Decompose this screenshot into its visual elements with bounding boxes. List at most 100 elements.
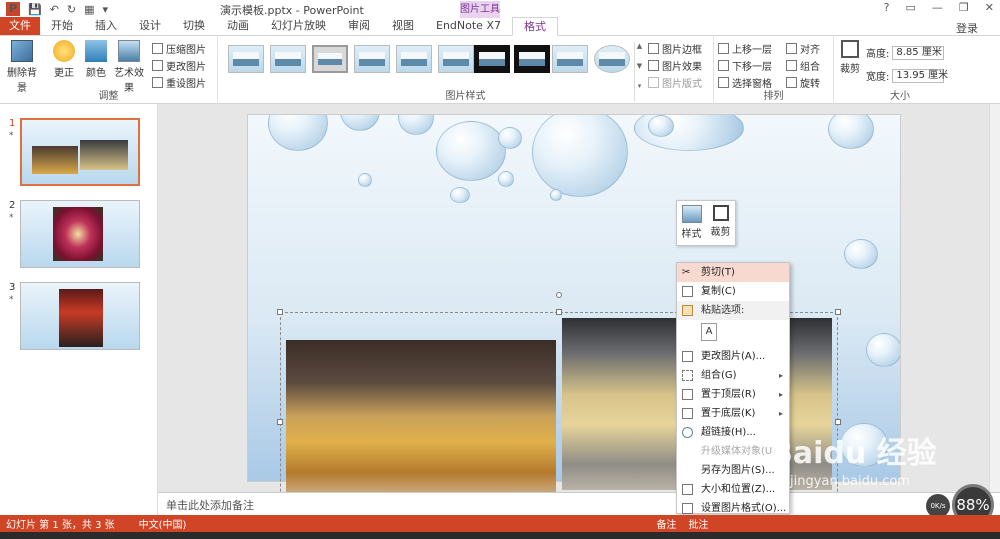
tab-design[interactable]: 设计: [128, 17, 172, 35]
crop-button[interactable]: 裁剪: [838, 40, 862, 75]
menu-size-position[interactable]: 大小和位置(Z)...: [677, 480, 789, 499]
water-drop: [844, 239, 878, 269]
slide-thumbnail-2[interactable]: [20, 200, 140, 268]
picture-style-2[interactable]: [270, 45, 306, 73]
notes-toggle[interactable]: 备注: [656, 516, 676, 531]
tab-home[interactable]: 开始: [40, 17, 84, 35]
customize-qa-icon[interactable]: ▾: [103, 3, 109, 16]
resize-handle[interactable]: [835, 309, 841, 315]
picture-style-8[interactable]: [514, 45, 550, 73]
group-label: 组合: [800, 62, 820, 73]
change-picture-icon: [682, 351, 693, 362]
change-picture-button[interactable]: 更改图片: [152, 58, 206, 73]
menu-bring-front[interactable]: 置于顶层(R) ▸: [677, 385, 789, 404]
align-button[interactable]: 对齐: [786, 41, 820, 56]
tab-endnote[interactable]: EndNote X7: [425, 17, 512, 35]
thumb-photo: [53, 207, 103, 261]
group-arrange-label: 排列: [763, 91, 784, 102]
align-label: 对齐: [800, 45, 820, 56]
water-drop: [398, 115, 434, 135]
group-picture-styles: ▲ ▼ ▾ 图片边框 图片效果 图片版式 图片样式: [218, 36, 714, 104]
tab-file[interactable]: 文件: [0, 17, 40, 35]
resize-handle[interactable]: [556, 309, 562, 315]
undo-icon[interactable]: ↶: [50, 3, 59, 16]
remove-background-button[interactable]: 删除背景: [4, 40, 40, 94]
tab-view[interactable]: 视图: [381, 17, 425, 35]
slide-thumbnail-3[interactable]: [20, 282, 140, 350]
gallery-down-icon[interactable]: ▼: [635, 62, 644, 82]
picture-style-3[interactable]: [312, 45, 348, 73]
picture-effects-button[interactable]: 图片效果: [648, 58, 702, 73]
align-icon: [786, 43, 797, 54]
resize-handle[interactable]: [277, 309, 283, 315]
minimize-icon[interactable]: —: [932, 1, 943, 14]
picture-style-10[interactable]: [594, 45, 630, 73]
copy-icon: [682, 286, 693, 297]
sun-icon: [53, 40, 75, 62]
artistic-effects-button[interactable]: 艺术效果: [110, 40, 148, 94]
save-icon[interactable]: 💾: [28, 3, 42, 16]
menu-cut[interactable]: ✂ 剪切(T): [677, 263, 789, 282]
tab-format[interactable]: 格式: [511, 17, 558, 36]
remove-background-icon: [11, 40, 33, 62]
mini-crop-button[interactable]: 裁剪: [706, 201, 735, 245]
tab-insert[interactable]: 插入: [84, 17, 128, 35]
gallery-up-icon[interactable]: ▲: [635, 42, 644, 62]
menu-paste-options: 粘贴选项:: [677, 301, 789, 320]
tab-transitions[interactable]: 切换: [172, 17, 216, 35]
vertical-scrollbar[interactable]: [989, 104, 1000, 492]
color-picture-icon: [85, 40, 107, 62]
picture-style-7[interactable]: [474, 45, 510, 73]
mini-style-button[interactable]: 样式: [677, 201, 706, 245]
ribbon-display-icon[interactable]: ▭: [906, 1, 916, 14]
language-indicator[interactable]: 中文(中国): [139, 516, 187, 531]
paste-keep-text-icon[interactable]: A: [701, 323, 717, 341]
width-input[interactable]: 13.95 厘米: [892, 68, 948, 83]
slide-thumbnail-1[interactable]: [20, 118, 140, 186]
resize-handle[interactable]: [835, 419, 841, 425]
globe-link-icon: [682, 427, 693, 438]
compress-pictures-button[interactable]: 压缩图片: [152, 41, 206, 56]
tab-review[interactable]: 审阅: [337, 17, 381, 35]
group-picture-styles-label: 图片样式: [445, 91, 486, 102]
thumb-photo: [80, 140, 128, 170]
submenu-arrow-icon: ▸: [778, 390, 783, 399]
color-button[interactable]: 颜色: [82, 40, 110, 79]
group-button[interactable]: 组合: [786, 58, 820, 73]
menu-change-picture[interactable]: 更改图片(A)...: [677, 347, 789, 366]
close-icon[interactable]: ✕: [985, 1, 994, 14]
menu-hyperlink-label: 超链接(H)...: [701, 427, 756, 438]
tab-slideshow[interactable]: 幻灯片放映: [260, 17, 337, 35]
picture-style-5[interactable]: [396, 45, 432, 73]
picture-style-1[interactable]: [228, 45, 264, 73]
tab-animations[interactable]: 动画: [216, 17, 260, 35]
notes-placeholder: 单击此处添加备注: [166, 499, 254, 512]
restore-icon[interactable]: ❐: [959, 1, 969, 14]
group-icon: [682, 370, 693, 381]
notes-pane[interactable]: 单击此处添加备注: [158, 492, 1000, 515]
picture-style-9[interactable]: [552, 45, 588, 73]
picture-border-button[interactable]: 图片边框: [648, 41, 702, 56]
start-slideshow-icon[interactable]: ▦: [84, 3, 94, 16]
menu-send-back[interactable]: 置于底层(K) ▸: [677, 404, 789, 423]
rotate-handle-icon[interactable]: [556, 292, 562, 298]
menu-copy[interactable]: 复制(C): [677, 282, 789, 301]
change-picture-icon: [152, 60, 163, 71]
login-link[interactable]: 登录: [956, 20, 978, 36]
picture-style-icon: [681, 205, 702, 223]
bring-forward-button[interactable]: 上移一层: [718, 41, 772, 56]
comments-toggle[interactable]: 批注: [688, 516, 708, 531]
redo-icon[interactable]: ↻: [67, 3, 76, 16]
picture-style-4[interactable]: [354, 45, 390, 73]
corrections-button[interactable]: 更正: [50, 40, 78, 79]
thumb-animation-star-1: *: [9, 131, 14, 141]
send-backward-button[interactable]: 下移一层: [718, 58, 772, 73]
picture-style-6[interactable]: [438, 45, 474, 73]
help-icon[interactable]: ?: [884, 1, 890, 14]
resize-handle[interactable]: [277, 419, 283, 425]
menu-group[interactable]: 组合(G) ▸: [677, 366, 789, 385]
quick-access-toolbar: P 💾 ↶ ↻ ▦ ▾: [0, 2, 108, 16]
picture-effects-label: 图片效果: [662, 62, 702, 73]
height-input[interactable]: 8.85 厘米: [892, 45, 945, 60]
baidu-watermark-logo: Baidu 经验: [770, 436, 937, 471]
